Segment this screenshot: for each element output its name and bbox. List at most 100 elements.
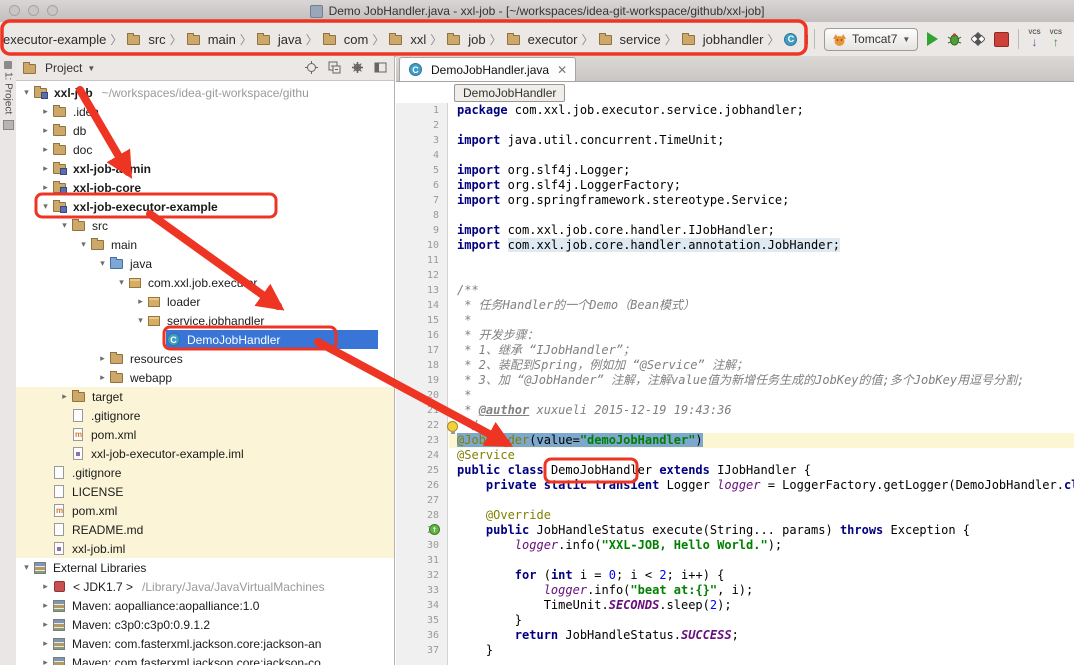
code-pane[interactable]: 1234567891011121314151617181920212223242… [396, 103, 1074, 665]
line-number[interactable]: 19 [396, 373, 447, 388]
line-number[interactable]: 8 [396, 208, 447, 223]
locate-icon[interactable] [305, 61, 319, 75]
line-number[interactable]: 9 [396, 223, 447, 238]
collapsed-arrow-icon[interactable]: ▸ [39, 163, 52, 174]
tree-item[interactable]: xxl-job.iml [16, 539, 394, 558]
editor-area[interactable]: C DemoJobHandler.java ✕ DemoJobHandler 1… [396, 56, 1074, 665]
expanded-arrow-icon[interactable]: ▾ [77, 239, 90, 250]
collapsed-arrow-icon[interactable]: ▸ [96, 372, 109, 383]
tree-item[interactable]: CDemoJobHandler [16, 330, 394, 349]
tree-item[interactable]: ▸target [16, 387, 394, 406]
tree-item[interactable]: ▾main [16, 235, 394, 254]
line-number[interactable]: 17 [396, 343, 447, 358]
tab-demojobhandler[interactable]: C DemoJobHandler.java ✕ [399, 57, 576, 81]
collapsed-arrow-icon[interactable]: ▸ [39, 144, 52, 155]
line-number[interactable]: 34 [396, 598, 447, 613]
intention-bulb-icon[interactable] [447, 421, 458, 432]
expanded-arrow-icon[interactable]: ▾ [39, 201, 52, 212]
line-number[interactable]: 33 [396, 583, 447, 598]
debug-button[interactable] [947, 32, 962, 46]
breadcrumb-item[interactable]: src [125, 30, 166, 49]
expanded-arrow-icon[interactable]: ▾ [134, 315, 147, 326]
line-number[interactable]: 11 [396, 253, 447, 268]
line-number[interactable]: 37 [396, 643, 447, 658]
tree-item[interactable]: ▾src [16, 216, 394, 235]
line-number[interactable]: 2 [396, 118, 447, 133]
line-number[interactable]: 13 [396, 283, 447, 298]
tree-item[interactable]: xxl-job-executor-example.iml [16, 444, 394, 463]
line-number[interactable]: 24 [396, 448, 447, 463]
gear-icon[interactable] [351, 61, 365, 75]
expanded-arrow-icon[interactable]: ▾ [20, 562, 33, 573]
line-number[interactable]: 4 [396, 148, 447, 163]
line-number[interactable]: 35 [396, 613, 447, 628]
tree-item[interactable]: ▾service.jobhandler [16, 311, 394, 330]
tree-item[interactable]: ▾xxl-job-executor-example [16, 197, 394, 216]
line-number[interactable]: 28 [396, 508, 447, 523]
breadcrumb-item[interactable]: service [597, 30, 662, 49]
minimize-window-icon[interactable] [28, 5, 39, 16]
breadcrumb-class-chip[interactable]: DemoJobHandler [454, 84, 565, 102]
collapsed-arrow-icon[interactable]: ▸ [39, 638, 52, 649]
tree-item[interactable]: ▸.idea [16, 102, 394, 121]
line-number[interactable]: 16 [396, 328, 447, 343]
tree-item[interactable]: ▾xxl-job~/workspaces/idea-git-workspace/… [16, 83, 394, 102]
line-number[interactable]: 3 [396, 133, 447, 148]
maximize-window-icon[interactable] [47, 5, 58, 16]
line-number[interactable]: 12 [396, 268, 447, 283]
collapsed-arrow-icon[interactable]: ▸ [58, 391, 71, 402]
breadcrumb-item[interactable]: executor [505, 30, 579, 49]
collapsed-arrow-icon[interactable]: ▸ [39, 657, 52, 665]
breadcrumb-item[interactable]: main [185, 30, 237, 49]
breadcrumb-item[interactable]: xxl [387, 30, 427, 49]
tree-item[interactable]: ▸Maven: aopalliance:aopalliance:1.0 [16, 596, 394, 615]
chevron-down-icon[interactable]: ▼ [87, 64, 95, 73]
line-number[interactable]: 5 [396, 163, 447, 178]
line-number[interactable]: 26 [396, 478, 447, 493]
collapse-all-icon[interactable] [328, 61, 342, 75]
expanded-arrow-icon[interactable]: ▾ [96, 258, 109, 269]
breadcrumb-item[interactable]: job [445, 30, 486, 49]
project-tool-button[interactable]: 1: Project [3, 72, 14, 114]
collapsed-arrow-icon[interactable]: ▸ [134, 296, 147, 307]
line-number[interactable]: 30 [396, 538, 447, 553]
run-button[interactable] [927, 32, 938, 46]
editor-gutter[interactable]: 1234567891011121314151617181920212223242… [396, 103, 448, 665]
collapsed-arrow-icon[interactable]: ▸ [39, 182, 52, 193]
breadcrumb-item[interactable]: com [321, 30, 370, 49]
breadcrumb-item[interactable]: java [255, 30, 303, 49]
line-number[interactable]: 31 [396, 553, 447, 568]
line-number[interactable]: 14 [396, 298, 447, 313]
tree-item[interactable]: .gitignore [16, 463, 394, 482]
expanded-arrow-icon[interactable]: ▾ [20, 87, 33, 98]
breadcrumb-item[interactable]: executor-example [2, 30, 107, 49]
close-window-icon[interactable] [9, 5, 20, 16]
breadcrumb-item[interactable]: jobhandler [680, 30, 765, 49]
expanded-arrow-icon[interactable]: ▾ [58, 220, 71, 231]
collapsed-arrow-icon[interactable]: ▸ [39, 600, 52, 611]
collapsed-arrow-icon[interactable]: ▸ [39, 125, 52, 136]
line-number[interactable]: 23 [396, 433, 447, 448]
expanded-arrow-icon[interactable]: ▾ [115, 277, 128, 288]
tree-item[interactable]: LICENSE [16, 482, 394, 501]
line-number[interactable]: 10 [396, 238, 447, 253]
line-number[interactable]: 22 [396, 418, 447, 433]
code-scroll[interactable]: package com.xxl.job.executor.service.job… [449, 103, 1074, 665]
collapsed-arrow-icon[interactable]: ▸ [39, 581, 52, 592]
line-number[interactable]: 1 [396, 103, 447, 118]
tree-item[interactable]: ▸db [16, 121, 394, 140]
run-configuration-select[interactable]: Tomcat7 ▼ [824, 28, 918, 51]
line-number[interactable]: 6 [396, 178, 447, 193]
close-icon[interactable]: ✕ [557, 63, 567, 77]
tree-item[interactable]: ▸< JDK1.7 >/Library/Java/JavaVirtualMach… [16, 577, 394, 596]
tree-item[interactable]: ▸xxl-job-admin [16, 159, 394, 178]
hide-panel-icon[interactable] [374, 61, 388, 75]
tree-item[interactable]: pom.xml [16, 425, 394, 444]
tool-window-grid-icon[interactable] [4, 61, 12, 69]
line-number[interactable]: 36 [396, 628, 447, 643]
tree-item[interactable]: ▾java [16, 254, 394, 273]
collapsed-arrow-icon[interactable]: ▸ [39, 619, 52, 630]
tree-item[interactable]: ▾com.xxl.job.executor [16, 273, 394, 292]
tree-item[interactable]: pom.xml [16, 501, 394, 520]
tree-item[interactable]: ▸webapp [16, 368, 394, 387]
